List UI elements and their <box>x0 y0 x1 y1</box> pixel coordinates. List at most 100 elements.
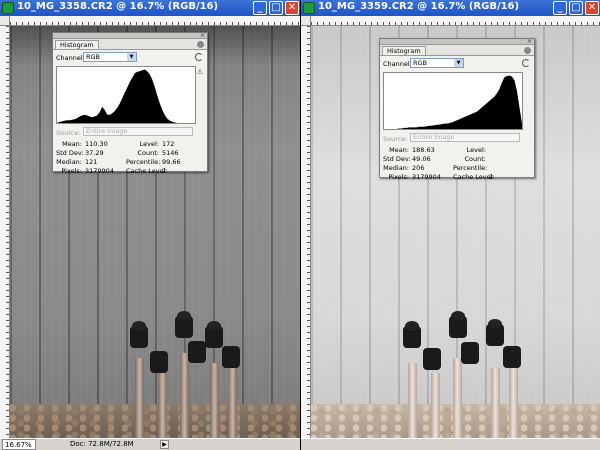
stat-value: 2 <box>162 167 167 175</box>
stat-label: Pixels: <box>61 167 82 175</box>
stat-value: 99.66 <box>162 158 181 166</box>
stat-row: Percentile: 99.66 <box>126 158 181 166</box>
photoshop-document-icon <box>303 2 315 14</box>
stat-label: Level: <box>139 140 159 148</box>
panel-menu-icon[interactable] <box>197 41 204 48</box>
stat-row: Percentile: <box>453 164 489 172</box>
stat-value: 37.29 <box>85 149 104 157</box>
histogram-area <box>384 75 522 129</box>
channel-select[interactable]: RGB ▼ <box>410 58 464 68</box>
stat-value: 206 <box>412 164 425 172</box>
stat-row: Mean: 188.63 <box>383 146 435 154</box>
minimize-button[interactable]: _ <box>553 1 567 15</box>
stat-value: 121 <box>85 158 98 166</box>
stat-value: 3179904 <box>85 167 114 175</box>
panel-menu-icon[interactable] <box>524 47 531 54</box>
stat-row: Count: <box>453 155 489 163</box>
window-title: 10_MG_3358.CR2 @ 16.7% (RGB/16) <box>17 1 219 12</box>
channel-value: RGB <box>413 59 428 67</box>
title-bar[interactable]: 10_MG_3358.CR2 @ 16.7% (RGB/16) _ □ ✕ <box>0 0 300 16</box>
channel-label: Channel: <box>383 60 412 68</box>
source-label: Source: <box>56 129 81 137</box>
minimize-button[interactable]: _ <box>253 1 267 15</box>
status-bar: 16.67% Doc: 72.8M/72.8M ▶ <box>0 438 300 450</box>
histogram-svg <box>57 69 195 123</box>
stat-row: Level: 172 <box>126 140 175 148</box>
ruler-origin[interactable] <box>301 16 311 26</box>
stat-row: Median: 206 <box>383 164 424 172</box>
stat-value: 110.30 <box>85 140 108 148</box>
document-size: Doc: 72.8M/72.8M <box>70 440 134 448</box>
source-select: Entire Image <box>410 133 520 142</box>
channel-select[interactable]: RGB ▼ <box>83 52 137 62</box>
stat-label: Mean: <box>389 146 409 154</box>
title-bar[interactable]: 10_MG_3359.CR2 @ 16.7% (RGB/16) _ □ ✕ <box>301 0 600 16</box>
histogram-panel[interactable]: × Histogram Channel: RGB ▼ Source: Entir… <box>379 38 535 181</box>
stat-value: 3179904 <box>412 173 441 181</box>
stat-label: Count: <box>137 149 160 157</box>
tab-histogram[interactable]: Histogram <box>55 40 99 49</box>
histogram-graph <box>383 72 523 130</box>
maximize-button[interactable]: □ <box>269 1 283 15</box>
cache-warning-icon[interactable]: ⚠ <box>197 68 203 76</box>
tab-histogram[interactable]: Histogram <box>382 46 426 55</box>
panel-drag-bar[interactable]: × <box>53 32 207 39</box>
stat-row: Std Dev:37.29 <box>56 149 104 157</box>
vertical-ruler[interactable] <box>301 26 311 438</box>
maximize-button[interactable]: □ <box>569 1 583 15</box>
refresh-icon[interactable] <box>195 53 203 61</box>
gravel-ground <box>10 404 300 438</box>
photoshop-document-icon <box>2 2 14 14</box>
stat-row: Mean: 110.30 <box>56 140 108 148</box>
stat-row: Cache Level:2 <box>453 173 495 181</box>
stat-label: Percentile: <box>453 164 488 172</box>
stat-label: Pixels: <box>388 173 409 181</box>
panel-drag-bar[interactable]: × <box>380 38 534 45</box>
panel-close-icon[interactable]: × <box>200 32 205 39</box>
source-label: Source: <box>383 135 408 143</box>
close-button[interactable]: ✕ <box>285 1 299 15</box>
zoom-level-field[interactable]: 16.67% <box>2 439 36 450</box>
refresh-icon[interactable] <box>522 59 530 67</box>
stat-value: 2 <box>489 173 494 181</box>
stat-row: Std Dev:49.06 <box>383 155 431 163</box>
stat-row: Pixels: 3179904 <box>383 173 441 181</box>
stat-row: Cache Level:2 <box>126 167 168 175</box>
histogram-body: Channel: RGB ▼ Source: Entire Image Mean… <box>380 55 534 181</box>
stat-value: 172 <box>162 140 175 148</box>
stat-label: Percentile: <box>126 158 161 166</box>
stat-label: Std Dev: <box>383 155 411 163</box>
window-title: 10_MG_3359.CR2 @ 16.7% (RGB/16) <box>318 1 520 12</box>
horizontal-ruler[interactable] <box>311 16 600 26</box>
stat-value: 188.63 <box>412 146 435 154</box>
source-select: Entire Image <box>83 127 193 136</box>
horizontal-ruler[interactable] <box>10 16 300 26</box>
image-window-right[interactable]: 10_MG_3359.CR2 @ 16.7% (RGB/16) _ □ ✕ × … <box>301 0 600 450</box>
stat-row: Count: 5146 <box>126 149 179 157</box>
stat-label: Count: <box>464 155 487 163</box>
close-button[interactable]: ✕ <box>585 1 599 15</box>
stat-label: Cache Level: <box>126 167 168 175</box>
status-bar <box>301 438 600 450</box>
stat-value: 49.06 <box>412 155 431 163</box>
vertical-ruler[interactable] <box>0 26 10 438</box>
stat-label: Mean: <box>62 140 82 148</box>
image-window-left[interactable]: 10_MG_3358.CR2 @ 16.7% (RGB/16) _ □ ✕ 16… <box>0 0 300 450</box>
histogram-svg <box>384 75 522 129</box>
stat-label: Cache Level: <box>453 173 495 181</box>
ruler-origin[interactable] <box>0 16 10 26</box>
status-menu-arrow-icon[interactable]: ▶ <box>160 440 169 449</box>
panel-close-icon[interactable]: × <box>527 38 532 45</box>
chevron-down-icon: ▼ <box>127 53 136 61</box>
stat-label: Median: <box>383 164 409 172</box>
stat-label: Level: <box>466 146 486 154</box>
stat-value: 5146 <box>162 149 179 157</box>
stat-row: Median: 121 <box>56 158 97 166</box>
stat-label: Std Dev: <box>56 149 84 157</box>
histogram-panel[interactable]: × Histogram Channel: RGB ▼ ⚠ Source: Ent… <box>52 32 208 175</box>
stat-row: Level: <box>453 146 489 154</box>
histogram-body: Channel: RGB ▼ ⚠ Source: Entire Image Me… <box>53 49 207 175</box>
chevron-down-icon: ▼ <box>454 59 463 67</box>
histogram-area <box>57 69 195 123</box>
channel-label: Channel: <box>56 54 85 62</box>
